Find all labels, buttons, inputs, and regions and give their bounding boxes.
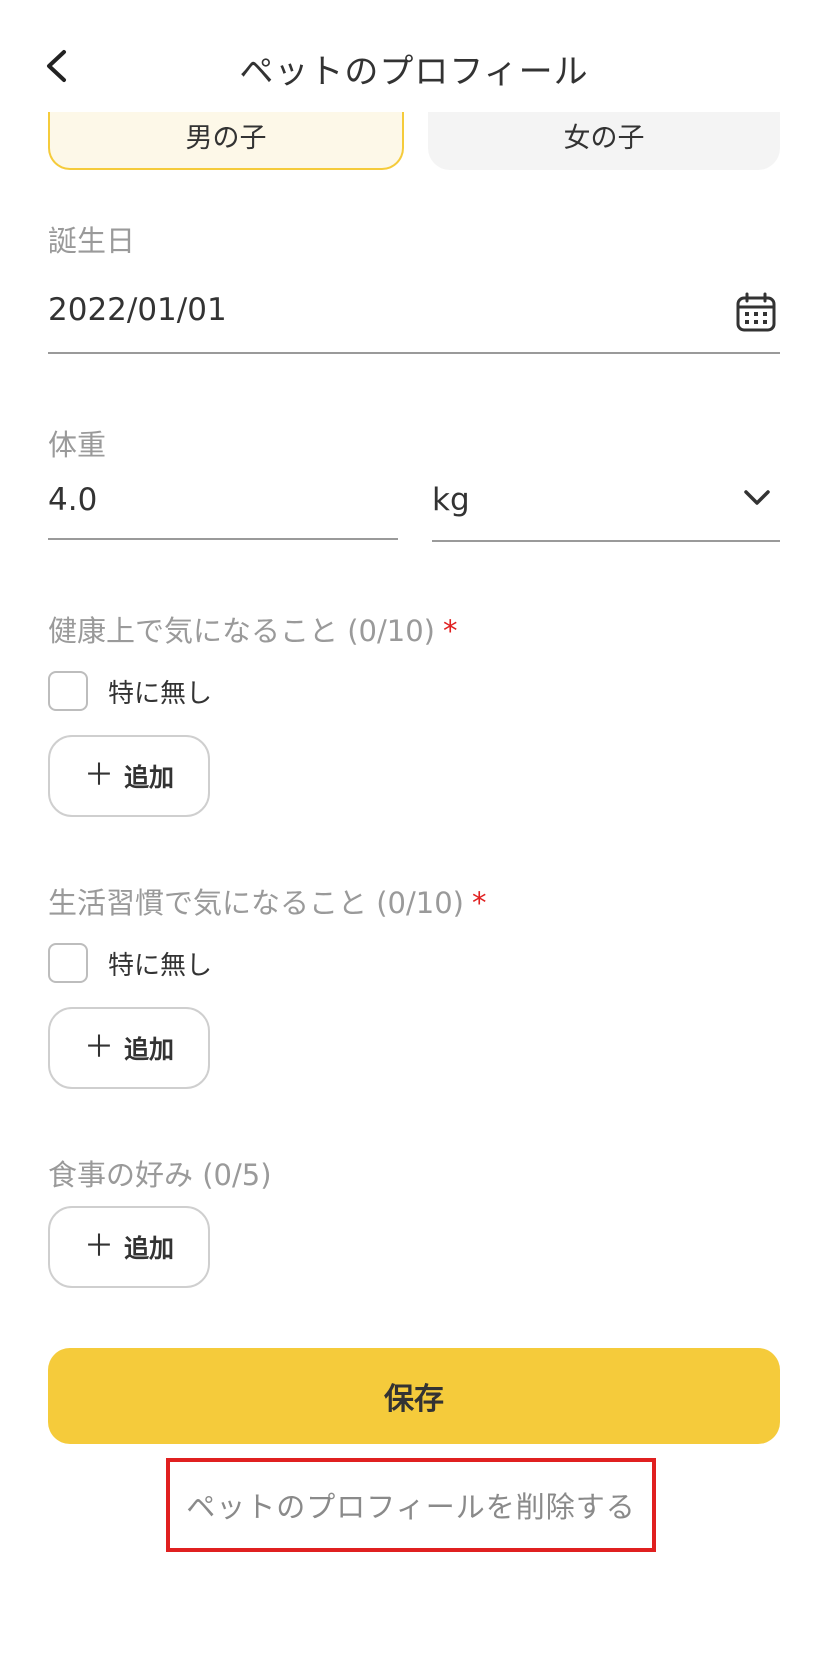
lifestyle-add-button[interactable]: ＋ 追加 [48,1007,210,1089]
save-button[interactable]: 保存 [48,1348,780,1444]
required-mark: * [442,614,458,648]
gender-option-female[interactable]: 女の子 [428,112,780,170]
weight-label: 体重 [48,428,107,462]
gender-selector: 男の子 女の子 [48,112,780,170]
lifestyle-none-checkbox[interactable] [48,943,88,983]
plus-icon: ＋ [83,1229,114,1264]
weight-unit-underline [432,540,780,542]
add-button-label: 追加 [123,763,174,792]
add-button-label: 追加 [123,1035,174,1064]
health-add-button[interactable]: ＋ 追加 [48,735,210,817]
gender-option-male[interactable]: 男の子 [48,112,404,170]
weight-underline [48,538,398,540]
plus-icon: ＋ [83,758,114,793]
food-preferences-label: 食事の好み (0/5) [48,1158,272,1192]
food-add-button[interactable]: ＋ 追加 [48,1206,210,1288]
gender-option-label: 男の子 [185,123,267,154]
lifestyle-none-checkbox-row[interactable]: 特に無し [48,943,212,983]
health-concerns-label: 健康上で気になること (0/10) * [48,608,457,650]
plus-icon: ＋ [83,1030,114,1065]
add-button-label: 追加 [123,1234,174,1263]
health-none-label: 特に無し [108,678,213,709]
required-mark: * [471,886,487,920]
lifestyle-concerns-label: 生活習慣で気になること (0/10) * [48,880,486,922]
chevron-down-icon [744,490,770,505]
birthday-input[interactable]: 2022/01/01 [48,292,227,328]
weight-input[interactable]: 4.0 [48,482,97,518]
lifestyle-none-label: 特に無し [108,950,213,981]
delete-profile-link[interactable]: ペットのプロフィールを削除する [166,1458,656,1552]
calendar-icon[interactable] [736,292,776,332]
lifestyle-concerns-label-text: 生活習慣で気になること (0/10) [48,886,464,920]
app-header: ペットのプロフィール [0,0,828,112]
health-none-checkbox-row[interactable]: 特に無し [48,671,212,711]
health-none-checkbox[interactable] [48,671,88,711]
health-concerns-label-text: 健康上で気になること (0/10) [48,614,435,648]
page-title: ペットのプロフィール [239,52,589,92]
birthday-underline [48,352,780,354]
gender-option-label: 女の子 [563,123,645,154]
birthday-label: 誕生日 [48,224,136,258]
weight-unit-value: kg [432,482,470,518]
